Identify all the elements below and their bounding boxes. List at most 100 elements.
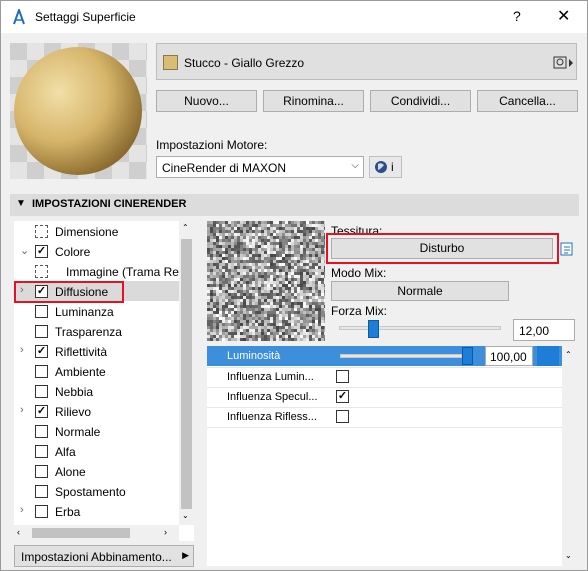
channel-checkbox[interactable] xyxy=(35,485,48,498)
channel-checkbox[interactable]: ✓ xyxy=(35,405,48,418)
channel-checkbox[interactable] xyxy=(35,385,48,398)
delete-button[interactable]: Cancella... xyxy=(477,90,578,112)
luminosity-color-swatch[interactable] xyxy=(537,346,559,366)
channel-item[interactable]: Alone xyxy=(14,461,179,481)
archicad-logo-icon xyxy=(13,9,25,25)
channel-label: Trasparenza xyxy=(55,325,122,339)
channel-label: Spostamento xyxy=(55,485,126,499)
properties-scrollbar[interactable]: ⌃ ⌄ xyxy=(562,346,577,566)
channel-checkbox[interactable] xyxy=(35,505,48,518)
engine-value: CineRender di MAXON xyxy=(162,161,287,175)
diffusion-highlight xyxy=(14,281,124,303)
mix-strength-label: Forza Mix: xyxy=(331,304,388,318)
hscroll-thumb[interactable] xyxy=(32,528,130,538)
rename-button[interactable]: Rinomina... xyxy=(263,90,364,112)
mix-strength-field[interactable]: 12,00 xyxy=(513,319,575,341)
share-button[interactable]: Condividi... xyxy=(370,90,471,112)
property-row-specular-influence[interactable]: Influenza Specul... ✓ xyxy=(207,387,562,407)
scroll-right-icon[interactable]: › xyxy=(164,527,167,537)
channel-checkbox[interactable] xyxy=(35,365,48,378)
channel-label: Alfa xyxy=(55,445,76,459)
channel-item[interactable]: Nebbia xyxy=(14,381,179,401)
channel-checkbox[interactable]: ✓ xyxy=(35,245,48,258)
property-row-reflection-influence[interactable]: Influenza Rifless... xyxy=(207,407,562,427)
property-checkbox[interactable] xyxy=(336,410,349,423)
channel-item[interactable]: ⌄ ✓ Colore xyxy=(14,241,179,261)
mix-mode-button[interactable]: Normale xyxy=(331,281,509,301)
channel-checkbox[interactable] xyxy=(35,445,48,458)
mix-strength-thumb[interactable] xyxy=(368,320,380,338)
title-bar: Settaggi Superficie ? ✕ xyxy=(1,1,587,33)
channel-item[interactable]: Trasparenza xyxy=(14,321,179,341)
info-glyph: i xyxy=(391,160,394,174)
close-button[interactable]: ✕ xyxy=(557,6,570,26)
property-row-luminosity[interactable]: Luminosità 100,00 xyxy=(207,346,562,366)
material-swatch xyxy=(163,55,178,70)
channel-item[interactable]: Normale xyxy=(14,421,179,441)
property-label: Influenza Lumin... xyxy=(227,371,314,383)
channel-item[interactable]: Spostamento xyxy=(14,481,179,501)
channel-label: Ambiente xyxy=(55,365,106,379)
luminosity-slider[interactable] xyxy=(340,354,462,358)
property-checkbox[interactable]: ✓ xyxy=(336,390,349,403)
scroll-down-icon[interactable]: ⌄ xyxy=(182,511,189,520)
channel-list-hscrollbar[interactable]: ‹ › xyxy=(14,525,179,541)
material-name: Stucco - Giallo Grezzo xyxy=(184,56,305,70)
property-row-luminance-influence[interactable]: Influenza Lumin... xyxy=(207,367,562,387)
preview-sphere-icon xyxy=(10,43,147,179)
scroll-down-icon[interactable]: ⌄ xyxy=(565,551,572,560)
channel-item[interactable]: › ✓ Rilievo xyxy=(14,401,179,421)
channel-label: Colore xyxy=(55,245,91,259)
section-title: IMPOSTAZIONI CINERENDER xyxy=(32,198,187,210)
expand-chevron-icon[interactable]: › xyxy=(20,504,24,516)
channel-checkbox[interactable] xyxy=(35,465,48,478)
new-button[interactable]: Nuovo... xyxy=(156,90,257,112)
material-selector[interactable]: Stucco - Giallo Grezzo xyxy=(156,43,577,80)
channel-item[interactable]: › ✓ Riflettività xyxy=(14,341,179,361)
mix-mode-label: Modo Mix: xyxy=(331,266,387,280)
channel-item[interactable]: Dimensione xyxy=(14,221,179,241)
match-settings-label: Impostazioni Abbinamento... xyxy=(21,550,172,564)
channel-checkbox[interactable] xyxy=(35,305,48,318)
luminosity-thumb[interactable] xyxy=(462,347,473,365)
channel-label: Luminanza xyxy=(55,305,114,319)
channel-properties: Luminosità 100,00 Influenza Lumin... Inf… xyxy=(207,346,577,566)
scroll-up-icon[interactable]: ⌃ xyxy=(182,223,189,232)
channel-item[interactable]: Alfa xyxy=(14,441,179,461)
image-icon xyxy=(35,265,48,278)
luminosity-field[interactable]: 100,00 xyxy=(485,346,533,366)
property-checkbox[interactable] xyxy=(336,370,349,383)
collapse-triangle-icon: ▼ xyxy=(16,198,26,209)
channel-item[interactable]: Immagine (Trama Resa xyxy=(14,261,192,281)
luminosity-value: 100,00 xyxy=(490,350,527,364)
help-button[interactable]: ? xyxy=(513,8,521,24)
engine-info-button[interactable]: i xyxy=(369,156,402,178)
match-settings-button[interactable]: Impostazioni Abbinamento... ▶ xyxy=(14,545,194,567)
channel-checkbox[interactable]: ✓ xyxy=(35,345,48,358)
property-label: Influenza Specul... xyxy=(227,391,318,403)
scroll-left-icon[interactable]: ‹ xyxy=(17,527,20,537)
texture-highlight xyxy=(326,233,559,264)
channel-list-scrollbar[interactable]: ⌃ ⌄ xyxy=(179,221,194,525)
cinerender-settings-header[interactable]: ▼ IMPOSTAZIONI CINERENDER xyxy=(10,194,579,216)
channel-checkbox[interactable] xyxy=(35,325,48,338)
window-title: Settaggi Superficie xyxy=(35,10,136,24)
channel-item[interactable]: Ambiente xyxy=(14,361,179,381)
expand-chevron-icon[interactable]: › xyxy=(20,404,24,416)
property-label: Influenza Rifless... xyxy=(227,411,317,423)
channel-checkbox[interactable] xyxy=(35,425,48,438)
engine-select[interactable]: CineRender di MAXON ⌵ xyxy=(156,156,364,178)
scroll-up-icon[interactable]: ⌃ xyxy=(565,350,572,359)
expand-chevron-icon[interactable]: › xyxy=(20,344,24,356)
mix-strength-slider[interactable] xyxy=(339,326,501,330)
texture-browse-icon[interactable] xyxy=(559,241,575,257)
channel-item[interactable]: Luminanza xyxy=(14,301,179,321)
channel-label: Erba xyxy=(55,505,81,519)
scroll-thumb[interactable] xyxy=(181,239,192,509)
channel-label: Normale xyxy=(55,425,101,439)
expand-chevron-icon[interactable]: ⌄ xyxy=(20,244,29,257)
material-settings-icon[interactable] xyxy=(553,55,575,71)
channel-label: Nebbia xyxy=(55,385,94,399)
engine-label: Impostazioni Motore: xyxy=(156,138,268,152)
channel-item[interactable]: › Erba xyxy=(14,501,179,521)
